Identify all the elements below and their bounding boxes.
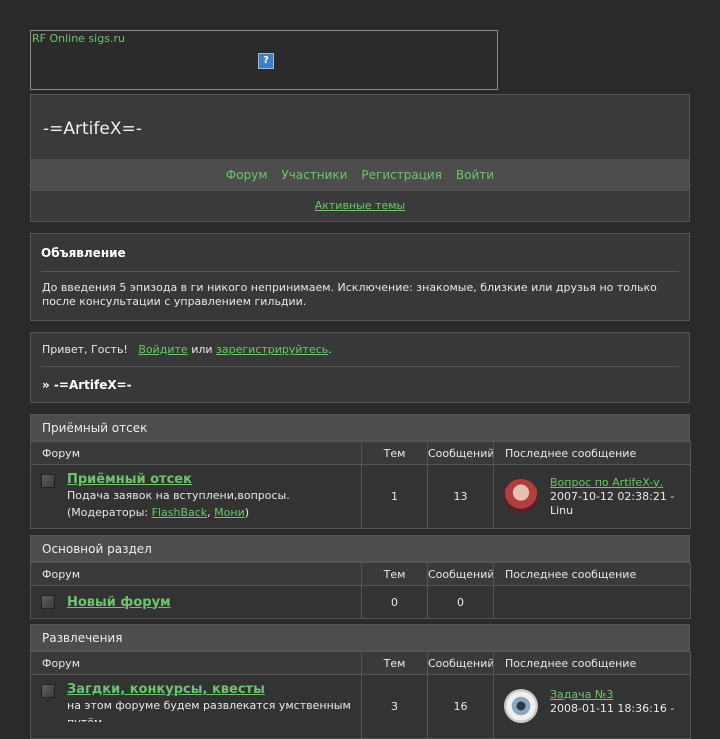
posts-count: 13 [427,464,494,529]
moderator-link[interactable]: Мони [214,506,245,519]
topics-count: 0 [361,585,428,619]
last-post-empty [493,585,691,619]
col-posts: Сообщений [427,562,494,586]
moderator-link[interactable]: FlashBack [152,506,208,519]
last-post-link[interactable]: Вопрос по ArtifeX-у. [550,476,663,489]
col-posts: Сообщений [427,441,494,465]
forum-icon [41,474,55,488]
login-link[interactable]: Войдите [138,343,187,356]
col-topics: Тем [361,441,428,465]
avatar[interactable] [504,689,538,723]
col-posts: Сообщений [427,651,494,675]
topics-count: 3 [361,674,428,739]
period: . [328,343,332,356]
divider [41,271,679,272]
nav-login[interactable]: Войти [456,168,494,182]
category-title[interactable]: Приёмный отсек [30,414,690,441]
active-topics-link[interactable]: Активные темы [315,199,406,212]
col-forum: Форум [30,651,362,675]
category-entertainment: Развлечения Форум Тем Сообщений Последне… [30,624,691,739]
category-title[interactable]: Основной раздел [30,535,690,562]
col-forum: Форум [30,441,362,465]
forum-name[interactable]: Загдки, конкурсы, квесты [67,682,360,697]
ad-banner: RF Online sigs.ru ? [30,30,498,90]
col-last: Последнее сообщение [493,441,691,465]
forum-icon [41,595,55,609]
last-post-link[interactable]: Задача №3 [550,688,613,701]
nav-members[interactable]: Участники [281,168,347,182]
register-link[interactable]: зарегистрируйтесь [216,343,328,356]
site-title: -=ArtifeX=- [43,119,142,139]
announcement-text: До введения 5 эпизода в ги никого неприн… [42,281,657,308]
posts-count: 0 [427,585,494,619]
announcement-title: Объявление [41,246,126,260]
breadcrumb[interactable]: » -=ArtifeX=- [42,378,132,392]
site-header: -=ArtifeX=- Форум Участники Регистрация … [30,94,690,222]
divider [41,366,679,367]
table-row: Новый форум 0 0 [30,585,691,619]
greeting: Привет, Гость! [42,343,128,356]
or-text: или [191,343,213,356]
forum-icon [41,684,55,698]
category-title[interactable]: Развлечения [30,624,690,651]
forum-table: Форум Тем Сообщений Последнее сообщение … [30,651,691,739]
forum-name[interactable]: Приёмный отсек [67,472,360,487]
nav-forum[interactable]: Форум [226,168,267,182]
avatar[interactable] [504,479,538,513]
posts-count: 16 [427,674,494,739]
forum-table: Форум Тем Сообщений Последнее сообщение … [30,562,691,619]
col-topics: Тем [361,651,428,675]
last-post-date: 2007-10-12 02:38:21 - [550,489,675,503]
last-post-user: Linu [550,503,574,517]
announcement: Объявление До введения 5 эпизода в ги ни… [30,233,690,321]
last-post-date: 2008-01-11 18:36:16 - [550,702,675,715]
category-reception: Приёмный отсек Форум Тем Сообщений После… [30,414,691,529]
col-last: Последнее сообщение [493,651,691,675]
forum-desc: на этом форуме будем развлекатся умствен… [67,699,351,722]
banner-link[interactable]: RF Online sigs.ru [32,32,125,45]
topics-count: 1 [361,464,428,529]
col-topics: Тем [361,562,428,586]
col-last: Последнее сообщение [493,562,691,586]
forum-table: Форум Тем Сообщений Последнее сообщение … [30,441,691,529]
forum-name[interactable]: Новый форум [67,595,360,610]
table-row: Приёмный отсек Подача заявок на вступлен… [30,464,691,529]
forum-desc: Подача заявок на вступлени,вопросы. [67,489,290,502]
moderators: (Модераторы: FlashBack, Мони) [67,506,250,519]
welcome-box: Привет, Гость! Войдите или зарегистрируй… [30,332,690,403]
broken-image-icon[interactable]: ? [258,53,274,69]
col-forum: Форум [30,562,362,586]
table-row: Загдки, конкурсы, квесты на этом форуме … [30,674,691,739]
main-nav: Форум Участники Регистрация Войти [31,159,689,191]
nav-register[interactable]: Регистрация [361,168,441,182]
welcome-line: Привет, Гость! Войдите или зарегистрируй… [42,343,332,356]
category-main: Основной раздел Форум Тем Сообщений Посл… [30,535,691,619]
